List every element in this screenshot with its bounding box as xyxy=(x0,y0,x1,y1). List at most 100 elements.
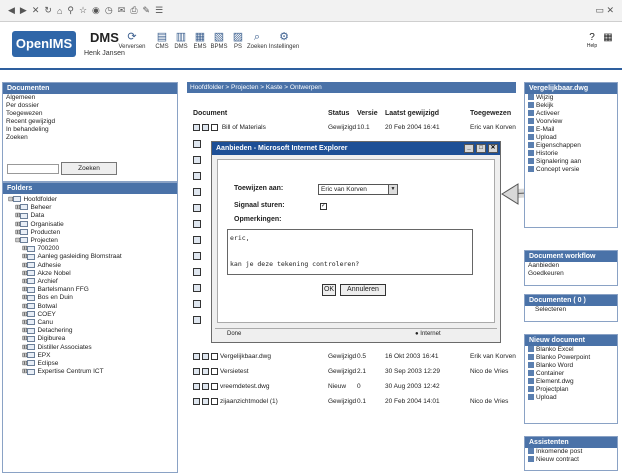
assign-select[interactable]: Eric van Korven ▼ xyxy=(318,184,398,195)
mail-icon[interactable]: ✉ xyxy=(118,5,126,16)
panel-action-item[interactable]: Voorview xyxy=(525,118,617,126)
table-row[interactable]: zijaanzichtmodel (1) Gewijzigd 0.1 20 Feb 2… xyxy=(193,398,508,405)
folder-tree-item[interactable]: ⊞ Botwal xyxy=(8,303,122,311)
table-row[interactable]: Bill of Materials Gewijzigd 10.1 20 Feb … xyxy=(193,124,516,131)
folder-tree-item[interactable]: ⊞ Producten xyxy=(8,229,122,237)
folder-tree-item[interactable]: ⊞ Digiburea xyxy=(8,335,122,343)
col-toegewezen[interactable]: Toegewezen xyxy=(470,110,511,117)
panel-action-item[interactable]: Signalering aan xyxy=(525,158,617,166)
workflow-aanbieden[interactable]: Aanbieden xyxy=(525,262,617,270)
checkbox[interactable] xyxy=(211,124,218,131)
col-versie[interactable]: Versie xyxy=(357,110,378,117)
panel-action-item[interactable]: Historie xyxy=(525,150,617,158)
file-name[interactable]: Vergelijkbaar.dwg xyxy=(220,353,271,360)
folder-tree-item[interactable]: ⊞ Akze Nobel xyxy=(8,270,122,278)
panel-action-item[interactable]: Blanko Word xyxy=(525,362,617,370)
forward-icon[interactable]: ▶ xyxy=(20,5,27,16)
checkbox[interactable] xyxy=(211,353,218,360)
signal-checkbox[interactable]: ✓ xyxy=(320,203,327,210)
panel-action-item[interactable]: E-Mail xyxy=(525,126,617,134)
assistant-item[interactable]: Inkomende post xyxy=(525,448,617,456)
folder-tree-item[interactable]: ⊞ Adhesie xyxy=(8,262,122,270)
search-input[interactable] xyxy=(7,164,59,174)
folder-tree-item[interactable]: ⊞ Aanleg gasleiding Blomstraat xyxy=(8,253,122,261)
home-icon[interactable]: ⌂ xyxy=(57,6,62,16)
folder-tree-item[interactable]: ⊞ EPX xyxy=(8,352,122,360)
table-row[interactable]: vreemdetest.dwg Nieuw 0 30 Aug 2003 12:42 xyxy=(193,383,440,390)
folder-tree-item[interactable]: ⊞ COEY xyxy=(8,311,122,319)
checkbox[interactable] xyxy=(211,368,218,375)
ok-button[interactable]: OK xyxy=(322,284,336,296)
file-name[interactable]: vreemdetest.dwg xyxy=(220,383,270,390)
panel-action-item[interactable]: Container xyxy=(525,370,617,378)
folder-tree-item[interactable]: ⊞ Bartelsmann FFG xyxy=(8,286,122,294)
folder-tree-item[interactable]: ⊞ 700200 xyxy=(8,245,122,253)
checkbox[interactable] xyxy=(211,398,218,405)
history-icon[interactable]: ◷ xyxy=(105,5,113,16)
panel-action-item[interactable]: Upload xyxy=(525,134,617,142)
file-name[interactable]: Versietest xyxy=(220,368,249,375)
link-toegewezen[interactable]: Toegewezen xyxy=(3,110,177,118)
table-row[interactable]: Versietest Gewijzigd 2.1 30 Sep 2003 12:29 N… xyxy=(193,368,508,375)
link-per-dossier[interactable]: Per dossier xyxy=(3,102,177,110)
folder-tree-item[interactable]: ⊞ Beheer xyxy=(8,204,122,212)
col-status[interactable]: Status xyxy=(328,110,349,117)
breadcrumb[interactable]: Hoofdfolder > Projecten > Kaste > Ontwer… xyxy=(187,82,516,93)
folder-tree-item[interactable]: ⊞ Distiller Associates xyxy=(8,344,122,352)
col-document[interactable]: Document xyxy=(193,110,227,117)
folder-tree-item[interactable]: ⊞ Eclipse xyxy=(8,360,122,368)
link-recent[interactable]: Recent gewijzigd xyxy=(3,118,177,126)
col-laatst-gewijzigd[interactable]: Laatst gewijzigd xyxy=(385,110,439,117)
dialog-title-bar[interactable]: Aanbieden - Microsoft Internet Explorer … xyxy=(212,142,500,155)
favorites-icon[interactable]: ☆ xyxy=(79,5,87,16)
panel-action-item[interactable]: Blanko Powerpoint xyxy=(525,354,617,362)
discuss-icon[interactable]: ☰ xyxy=(155,5,163,16)
panel-action-item[interactable]: Eigenschappen xyxy=(525,142,617,150)
checkbox[interactable] xyxy=(211,383,218,390)
workflow-goedkeuren[interactable]: Goedkeuren xyxy=(525,270,617,278)
link-in-behandeling[interactable]: In behandeling xyxy=(3,126,177,134)
search-icon[interactable]: ⚲ xyxy=(67,5,74,16)
search-button[interactable]: Zoeken xyxy=(61,162,117,175)
refresh-icon[interactable]: ↻ xyxy=(44,5,52,16)
maximize-button[interactable]: □ xyxy=(476,144,486,153)
edit-icon[interactable]: ✎ xyxy=(143,5,151,16)
file-name[interactable]: Bill of Materials xyxy=(222,124,266,131)
folder-tree-item[interactable]: ⊞ Data xyxy=(8,212,122,220)
media-icon[interactable]: ◉ xyxy=(92,5,100,16)
panel-action-item[interactable]: Bekijk xyxy=(525,102,617,110)
help-button[interactable]: ? Help xyxy=(584,32,600,49)
stop-icon[interactable]: ✕ xyxy=(32,5,40,16)
file-name[interactable]: zijaanzichtmodel (1) xyxy=(220,398,278,405)
toolbar-verversen[interactable]: ⟳ Verversen xyxy=(118,30,146,50)
apps-button[interactable]: ▦ xyxy=(600,32,616,43)
chevron-down-icon[interactable]: ▼ xyxy=(388,185,397,194)
selecteren-link[interactable]: Selecteren xyxy=(525,306,617,314)
folder-tree-item[interactable]: ⊞ Detachering xyxy=(8,327,122,335)
folder-tree-item[interactable]: ⊟ Hoofdfolder xyxy=(8,196,122,204)
folder-tree-item[interactable]: ⊟ Projecten xyxy=(8,237,122,245)
back-icon[interactable]: ◀ xyxy=(8,5,15,16)
assistant-item[interactable]: Nieuw contract xyxy=(525,456,617,464)
folder-tree-item[interactable]: ⊞ Organisatie xyxy=(8,221,122,229)
panel-action-item[interactable]: Upload xyxy=(525,394,617,402)
table-row[interactable]: Vergelijkbaar.dwg Gewijzigd 0.5 16 Okt 2003… xyxy=(193,353,516,360)
close-button[interactable]: ✕ xyxy=(488,144,498,153)
panel-action-item[interactable]: Element.dwg xyxy=(525,378,617,386)
folder-tree-item[interactable]: ⊞ Archief xyxy=(8,278,122,286)
panel-action-item[interactable]: Activeer xyxy=(525,110,617,118)
minimize-button[interactable]: _ xyxy=(464,144,474,153)
panel-action-item[interactable]: Blanko Excel xyxy=(525,346,617,354)
toolbar-instellingen[interactable]: ⚙ Instellingen xyxy=(266,30,302,50)
folder-tree-item[interactable]: ⊞ Expertise Centrum ICT xyxy=(8,368,122,376)
remarks-textarea[interactable]: eric, kan je deze tekening controleren? xyxy=(227,229,473,275)
link-algemeen[interactable]: Algemeen xyxy=(3,94,177,102)
link-zoeken[interactable]: Zoeken xyxy=(3,134,177,142)
cancel-button[interactable]: Annuleren xyxy=(340,284,386,296)
folder-tree-item[interactable]: ⊞ Bos en Duin xyxy=(8,294,122,302)
panel-action-item[interactable]: Wijzig xyxy=(525,94,617,102)
panel-action-item[interactable]: Projectplan xyxy=(525,386,617,394)
folder-tree-item[interactable]: ⊞ Canu xyxy=(8,319,122,327)
panel-action-item[interactable]: Concept versie xyxy=(525,166,617,174)
print-icon[interactable]: ⎙ xyxy=(130,5,137,16)
